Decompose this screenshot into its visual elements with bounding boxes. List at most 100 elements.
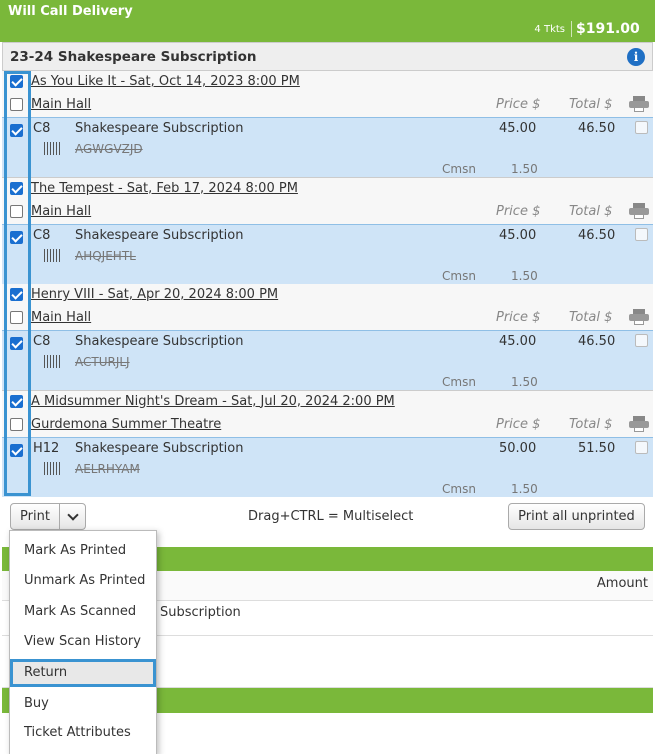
menu-item-mark-as-scanned[interactable]: Mark As Scanned	[10, 598, 156, 626]
ticket-price: 45.00	[499, 227, 537, 243]
venue-name[interactable]: Main Hall	[31, 97, 91, 112]
commission-value: 1.50	[511, 268, 538, 283]
print-checkbox[interactable]	[635, 121, 648, 134]
commission-value: 1.50	[511, 375, 538, 389]
ticket-checkbox[interactable]	[10, 230, 23, 244]
print-dropdown-menu: Mark As Printed Unmark As Printed Mark As …	[9, 530, 157, 754]
event-block: A Midsummer Night's Dream - Sat, Jul 20,…	[2, 390, 653, 497]
venue-row: Main Hall Price $ Total $	[2, 93, 653, 117]
venue-name[interactable]: Main Hall	[31, 310, 91, 325]
event-title[interactable]: Henry VIII - Sat, Apr 20, 2024 8:00 PM	[31, 287, 278, 302]
event-row: Henry VIII - Sat, Apr 20, 2024 8:00 PM	[2, 284, 653, 306]
venue-checkbox[interactable]	[10, 417, 23, 431]
event-block: Henry VIII - Sat, Apr 20, 2024 8:00 PM Ma…	[2, 284, 653, 391]
event-block: The Tempest - Sat, Feb 17, 2024 8:00 PM M…	[2, 177, 653, 284]
menu-item-mark-as-printed[interactable]: Mark As Printed	[10, 537, 156, 565]
event-checkbox[interactable]	[10, 394, 23, 408]
venue-name[interactable]: Gurdemona Summer Theatre	[31, 417, 221, 432]
ticket-row[interactable]: C8 Shakespeare Subscription 45.00 46.50 ACTU…	[2, 330, 653, 390]
event-title[interactable]: As You Like It - Sat, Oct 14, 2023 8:00 …	[31, 74, 300, 89]
header-title: Will Call Delivery	[8, 4, 133, 19]
total-column-header: Total $	[569, 310, 613, 325]
print-all-unprinted-button[interactable]: Print all unprinted	[508, 503, 645, 530]
print-checkbox[interactable]	[635, 227, 648, 241]
printer-icon[interactable]	[629, 202, 649, 219]
event-title[interactable]: A Midsummer Night's Dream - Sat, Jul 20,…	[31, 394, 395, 409]
venue-row: Main Hall Price $ Total $	[2, 199, 653, 224]
venue-checkbox[interactable]	[10, 311, 23, 324]
menu-item-ticket-attributes[interactable]: Ticket Attributes	[10, 719, 156, 747]
ticket-checkbox[interactable]	[10, 443, 23, 457]
ticket-barcode-code: AELRHYAM	[75, 461, 140, 476]
seat-label: C8	[33, 227, 51, 243]
printer-icon[interactable]	[629, 96, 649, 112]
ticket-count: 4 Tkts	[534, 24, 565, 35]
multiselect-hint: Drag+CTRL = Multiselect	[248, 509, 414, 524]
ticket-checkbox[interactable]	[10, 337, 23, 350]
ticket-total: 46.50	[578, 227, 616, 243]
event-row: A Midsummer Night's Dream - Sat, Jul 20,…	[2, 390, 653, 413]
ticket-total: 51.50	[578, 440, 616, 456]
print-checkbox[interactable]	[635, 334, 648, 347]
ticket-name: Shakespeare Subscription	[75, 227, 244, 243]
event-checkbox[interactable]	[10, 75, 23, 88]
print-dropdown-toggle[interactable]	[59, 503, 86, 530]
venue-name[interactable]: Main Hall	[31, 204, 91, 219]
menu-item-unmark-as-printed[interactable]: Unmark As Printed	[10, 567, 156, 595]
ticket-total: 46.50	[578, 121, 616, 136]
menu-item-buy[interactable]: Buy	[10, 690, 156, 718]
total-column-header: Total $	[569, 203, 613, 219]
printer-icon[interactable]	[629, 309, 649, 325]
subscription-label: Subscription	[160, 605, 241, 620]
commission-label: Cmsn	[442, 375, 476, 389]
ticket-price: 50.00	[499, 440, 537, 456]
venue-row: Gurdemona Summer Theatre Price $ Total $	[2, 412, 653, 437]
print-button[interactable]: Print	[10, 503, 60, 530]
ticket-price: 45.00	[499, 334, 537, 349]
seat-label: C8	[33, 334, 51, 349]
seat-label: H12	[33, 440, 60, 456]
barcode-icon	[44, 355, 62, 368]
printer-icon[interactable]	[629, 415, 649, 432]
print-checkbox[interactable]	[635, 440, 648, 454]
will-call-header: Will Call Delivery 4 Tkts $191.00	[0, 0, 655, 42]
price-column-header: Price $	[496, 97, 541, 112]
menu-item-return[interactable]: Return	[10, 659, 156, 687]
price-column-header: Price $	[496, 203, 541, 219]
event-row: As You Like It - Sat, Oct 14, 2023 8:00 …	[2, 71, 653, 93]
seat-label: C8	[33, 121, 51, 136]
amount-label: Amount	[596, 576, 648, 591]
venue-checkbox[interactable]	[10, 98, 23, 111]
ticket-barcode-code: AHQJEHTL	[75, 248, 136, 263]
header-divider	[571, 21, 572, 37]
barcode-icon	[44, 248, 62, 262]
total-column-header: Total $	[569, 416, 613, 432]
package-name: 23-24 Shakespeare Subscription	[10, 49, 257, 65]
price-column-header: Price $	[496, 416, 541, 432]
ticket-barcode-code: ACTURJLJ	[75, 355, 130, 369]
ticket-row[interactable]: C8 Shakespeare Subscription 45.00 46.50 AGWG…	[2, 117, 653, 177]
ticket-name: Shakespeare Subscription	[75, 440, 244, 456]
ticket-row[interactable]: H12 Shakespeare Subscription 50.00 51.50 AEL…	[2, 436, 653, 497]
ticket-name: Shakespeare Subscription	[75, 334, 244, 349]
event-checkbox[interactable]	[10, 181, 23, 195]
event-block: As You Like It - Sat, Oct 14, 2023 8:00 …	[2, 71, 653, 178]
ticket-checkbox[interactable]	[10, 124, 23, 137]
total-column-header: Total $	[569, 97, 613, 112]
ticket-name: Shakespeare Subscription	[75, 121, 244, 136]
barcode-icon	[44, 461, 62, 475]
commission-label: Cmsn	[442, 268, 476, 283]
venue-checkbox[interactable]	[10, 204, 23, 218]
venue-row: Main Hall Price $ Total $	[2, 306, 653, 330]
event-checkbox[interactable]	[10, 288, 23, 301]
info-icon[interactable]: i	[627, 48, 645, 66]
ticket-row[interactable]: C8 Shakespeare Subscription 45.00 46.50 AHQJ…	[2, 223, 653, 284]
event-row: The Tempest - Sat, Feb 17, 2024 8:00 PM	[2, 177, 653, 200]
event-title[interactable]: The Tempest - Sat, Feb 17, 2024 8:00 PM	[31, 181, 298, 196]
commission-label: Cmsn	[442, 162, 476, 176]
ticket-price: 45.00	[499, 121, 537, 136]
barcode-icon	[44, 142, 62, 155]
commission-label: Cmsn	[442, 481, 476, 496]
event-list: As You Like It - Sat, Oct 14, 2023 8:00 …	[2, 71, 653, 497]
menu-item-view-scan-history[interactable]: View Scan History	[10, 628, 156, 656]
